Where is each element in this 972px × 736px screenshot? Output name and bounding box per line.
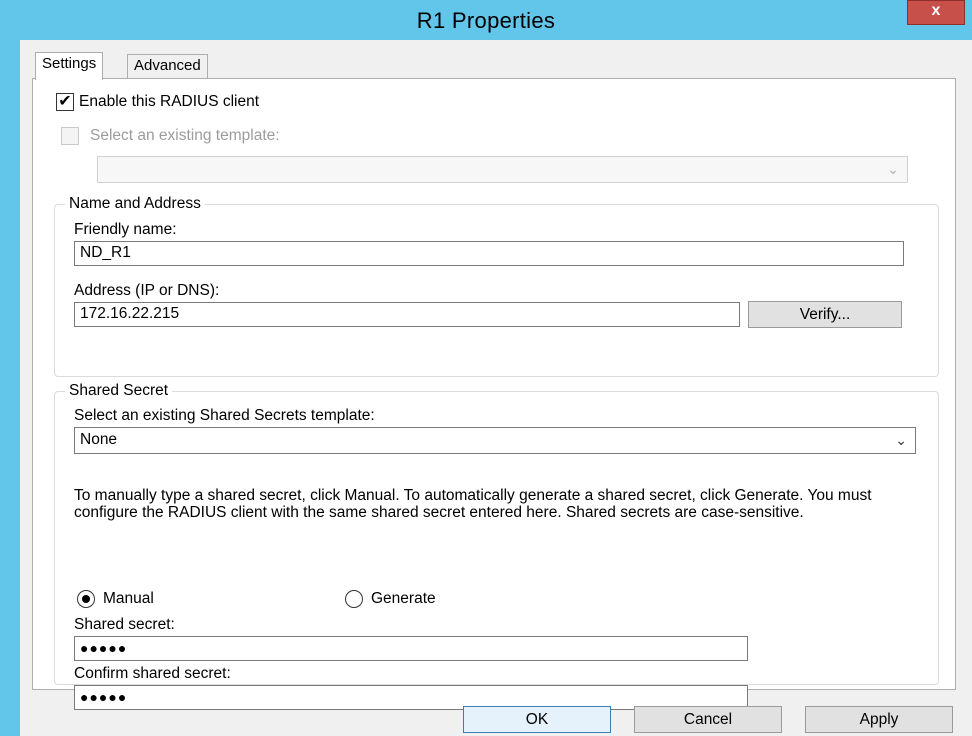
settings-tab-panel: ✔ Enable this RADIUS client Select an ex…: [32, 78, 956, 710]
ok-button[interactable]: OK: [463, 706, 611, 733]
manual-radio-label: Manual: [103, 590, 154, 607]
check-icon: ✔: [58, 93, 72, 110]
close-icon: x: [931, 2, 941, 19]
name-address-group-title: Name and Address: [65, 195, 205, 213]
secret-template-label: Select an existing Shared Secrets templa…: [74, 407, 375, 424]
shared-secret-description: To manually type a shared secret, click …: [74, 487, 872, 521]
existing-template-checkbox[interactable]: [61, 127, 79, 145]
properties-window: R1 Properties x Settings Advanced ✔ Enab…: [0, 0, 972, 736]
generate-radio[interactable]: [345, 590, 363, 608]
radio-selected-dot: [82, 595, 90, 603]
address-label: Address (IP or DNS):: [74, 282, 220, 299]
existing-template-select[interactable]: ⌄: [97, 156, 908, 183]
shared-secret-input[interactable]: ●●●●●: [74, 636, 748, 661]
secret-template-select[interactable]: None ⌄: [74, 427, 916, 454]
title-bar[interactable]: R1 Properties x: [0, 0, 972, 40]
verify-button[interactable]: Verify...: [748, 301, 902, 328]
confirm-secret-label: Confirm shared secret:: [74, 665, 231, 682]
address-input[interactable]: 172.16.22.215: [74, 302, 740, 327]
close-button[interactable]: x: [907, 0, 965, 25]
cancel-button[interactable]: Cancel: [634, 706, 782, 733]
tab-advanced[interactable]: Advanced: [127, 54, 208, 78]
tab-settings[interactable]: Settings: [35, 52, 104, 80]
shared-secret-label: Shared secret:: [74, 616, 175, 633]
chevron-down-icon: ⌄: [887, 161, 899, 177]
enable-client-label: Enable this RADIUS client: [79, 93, 260, 110]
window-title: R1 Properties: [416, 8, 556, 33]
chevron-down-icon: ⌄: [895, 432, 907, 448]
generate-radio-label: Generate: [371, 590, 436, 607]
friendly-name-label: Friendly name:: [74, 221, 177, 238]
existing-template-label: Select an existing template:: [90, 127, 280, 144]
manual-radio[interactable]: [77, 590, 95, 608]
dialog-client-area: Settings Advanced ✔ Enable this RADIUS c…: [20, 40, 972, 736]
apply-button[interactable]: Apply: [805, 706, 953, 733]
friendly-name-input[interactable]: ND_R1: [74, 241, 904, 266]
shared-secret-group-title: Shared Secret: [65, 382, 173, 400]
enable-client-checkbox[interactable]: ✔: [56, 93, 74, 111]
